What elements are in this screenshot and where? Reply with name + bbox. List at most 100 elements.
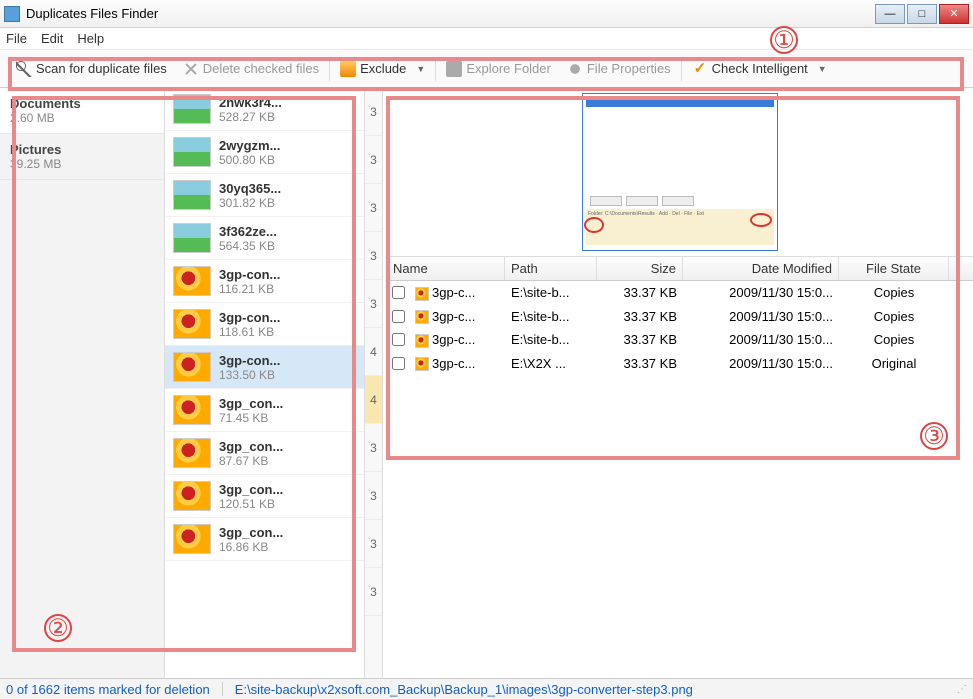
file-size: 500.80 KB [219, 153, 356, 167]
file-item[interactable]: 3gp-con...133.50 KB [165, 346, 364, 389]
file-icon [415, 287, 429, 301]
file-thumbnail [173, 395, 211, 425]
delete-checked-button[interactable]: Delete checked files [175, 57, 327, 81]
row-checkbox[interactable] [392, 286, 405, 299]
cell-path: E:\site-b... [505, 308, 597, 325]
file-name: 3gp-con... [219, 310, 356, 325]
separator [681, 57, 682, 81]
chevron-down-icon: ▼ [416, 64, 425, 74]
file-size: 71.45 KB [219, 411, 356, 425]
file-name: 3gp-con... [219, 353, 356, 368]
file-item[interactable]: 3gp_con...120.51 KB [165, 475, 364, 518]
resize-grip[interactable]: ⋰ [957, 684, 967, 695]
duplicate-count: 3 [365, 232, 382, 280]
detail-row[interactable]: 3gp-c...E:\site-b...33.37 KB2009/11/30 1… [387, 305, 973, 329]
toolbar: Scan for duplicate files Delete checked … [0, 50, 973, 88]
file-thumbnail [173, 481, 211, 511]
explore-label: Explore Folder [466, 61, 551, 76]
menu-help[interactable]: Help [77, 31, 104, 46]
detail-row[interactable]: 3gp-c...E:\X2X ...33.37 KB2009/11/30 15:… [387, 352, 973, 376]
file-size: 120.51 KB [219, 497, 356, 511]
detail-table: Name Path Size Date Modified File State … [387, 256, 973, 375]
file-thumbnail [173, 524, 211, 554]
folder-item-documents[interactable]: Documents 2.60 MB [0, 88, 164, 134]
file-item[interactable]: 2nwk3r4...528.27 KB [165, 88, 364, 131]
maximize-button[interactable]: □ [907, 4, 937, 24]
col-header-state[interactable]: File State [839, 257, 949, 280]
file-size: 116.21 KB [219, 282, 356, 296]
folder-panel: Documents 2.60 MB Pictures 39.25 MB [0, 88, 165, 678]
file-name: 30yq365... [219, 181, 356, 196]
main-content: Documents 2.60 MB Pictures 39.25 MB 2nwk… [0, 88, 973, 678]
file-size: 16.86 KB [219, 540, 356, 554]
window-controls: — □ ✕ [875, 4, 969, 24]
scan-label: Scan for duplicate files [36, 61, 167, 76]
file-thumbnail [173, 223, 211, 253]
explore-icon [446, 61, 462, 77]
col-header-size[interactable]: Size [597, 257, 683, 280]
file-thumbnail [173, 352, 211, 382]
col-header-date[interactable]: Date Modified [683, 257, 839, 280]
duplicate-count: 3 [365, 280, 382, 328]
titlebar: Duplicates Files Finder — □ ✕ [0, 0, 973, 28]
duplicate-count: 3 [365, 520, 382, 568]
file-item[interactable]: 3gp_con...87.67 KB [165, 432, 364, 475]
file-item[interactable]: 3gp-con...116.21 KB [165, 260, 364, 303]
file-item[interactable]: 30yq365...301.82 KB [165, 174, 364, 217]
cell-name: 3gp-c... [409, 308, 505, 326]
col-header-path[interactable]: Path [505, 257, 597, 280]
detail-row[interactable]: 3gp-c...E:\site-b...33.37 KB2009/11/30 1… [387, 281, 973, 305]
file-icon [415, 334, 429, 348]
file-item[interactable]: 3f362ze...564.35 KB [165, 217, 364, 260]
folder-icon [340, 61, 356, 77]
file-info: 3gp_con...71.45 KB [219, 396, 356, 425]
file-item[interactable]: 2wygzm...500.80 KB [165, 131, 364, 174]
file-name: 3f362ze... [219, 224, 356, 239]
file-size: 564.35 KB [219, 239, 356, 253]
menu-edit[interactable]: Edit [41, 31, 63, 46]
file-properties-button[interactable]: File Properties [559, 57, 679, 81]
file-info: 3gp-con...133.50 KB [219, 353, 356, 382]
minimize-button[interactable]: — [875, 4, 905, 24]
duplicate-count: 3 [365, 424, 382, 472]
row-checkbox[interactable] [392, 333, 405, 346]
file-name: 3gp-con... [219, 267, 356, 282]
file-thumbnail [173, 137, 211, 167]
file-name: 3gp_con... [219, 439, 356, 454]
duplicate-count: 4 [365, 376, 382, 424]
exclude-button[interactable]: Exclude ▼ [332, 57, 433, 81]
duplicate-count: 3 [365, 472, 382, 520]
row-checkbox[interactable] [392, 310, 405, 323]
props-label: File Properties [587, 61, 671, 76]
file-thumbnail [173, 94, 211, 124]
menu-file[interactable]: File [6, 31, 27, 46]
cell-path: E:\X2X ... [505, 355, 597, 372]
folder-name: Pictures [10, 142, 154, 157]
check-intelligent-button[interactable]: Check Intelligent ▼ [684, 57, 835, 81]
folder-size: 2.60 MB [10, 111, 154, 125]
cell-size: 33.37 KB [597, 308, 683, 325]
close-button[interactable]: ✕ [939, 4, 969, 24]
col-header-name[interactable]: Name [387, 257, 505, 280]
check-label: Check Intelligent [712, 61, 808, 76]
separator [329, 57, 330, 81]
duplicate-count-column: 33333443333 [365, 88, 383, 678]
preview-area: Folder: C:\Documents\Results · Add · Del… [387, 88, 973, 256]
scan-button[interactable]: Scan for duplicate files [8, 57, 175, 81]
delete-label: Delete checked files [203, 61, 319, 76]
file-info: 3f362ze...564.35 KB [219, 224, 356, 253]
file-thumbnail [173, 438, 211, 468]
cell-date: 2009/11/30 15:0... [683, 284, 839, 301]
statusbar: 0 of 1662 items marked for deletion E:\s… [0, 678, 973, 699]
file-icon [415, 310, 429, 324]
app-icon [4, 6, 20, 22]
file-item[interactable]: 3gp_con...16.86 KB [165, 518, 364, 561]
folder-item-pictures[interactable]: Pictures 39.25 MB [0, 134, 164, 180]
detail-row[interactable]: 3gp-c...E:\site-b...33.37 KB2009/11/30 1… [387, 328, 973, 352]
file-item[interactable]: 3gp_con...71.45 KB [165, 389, 364, 432]
file-item[interactable]: 3gp-con...118.61 KB [165, 303, 364, 346]
file-name: 2nwk3r4... [219, 95, 356, 110]
row-checkbox[interactable] [392, 357, 405, 370]
explore-folder-button[interactable]: Explore Folder [438, 57, 559, 81]
cell-path: E:\site-b... [505, 331, 597, 348]
